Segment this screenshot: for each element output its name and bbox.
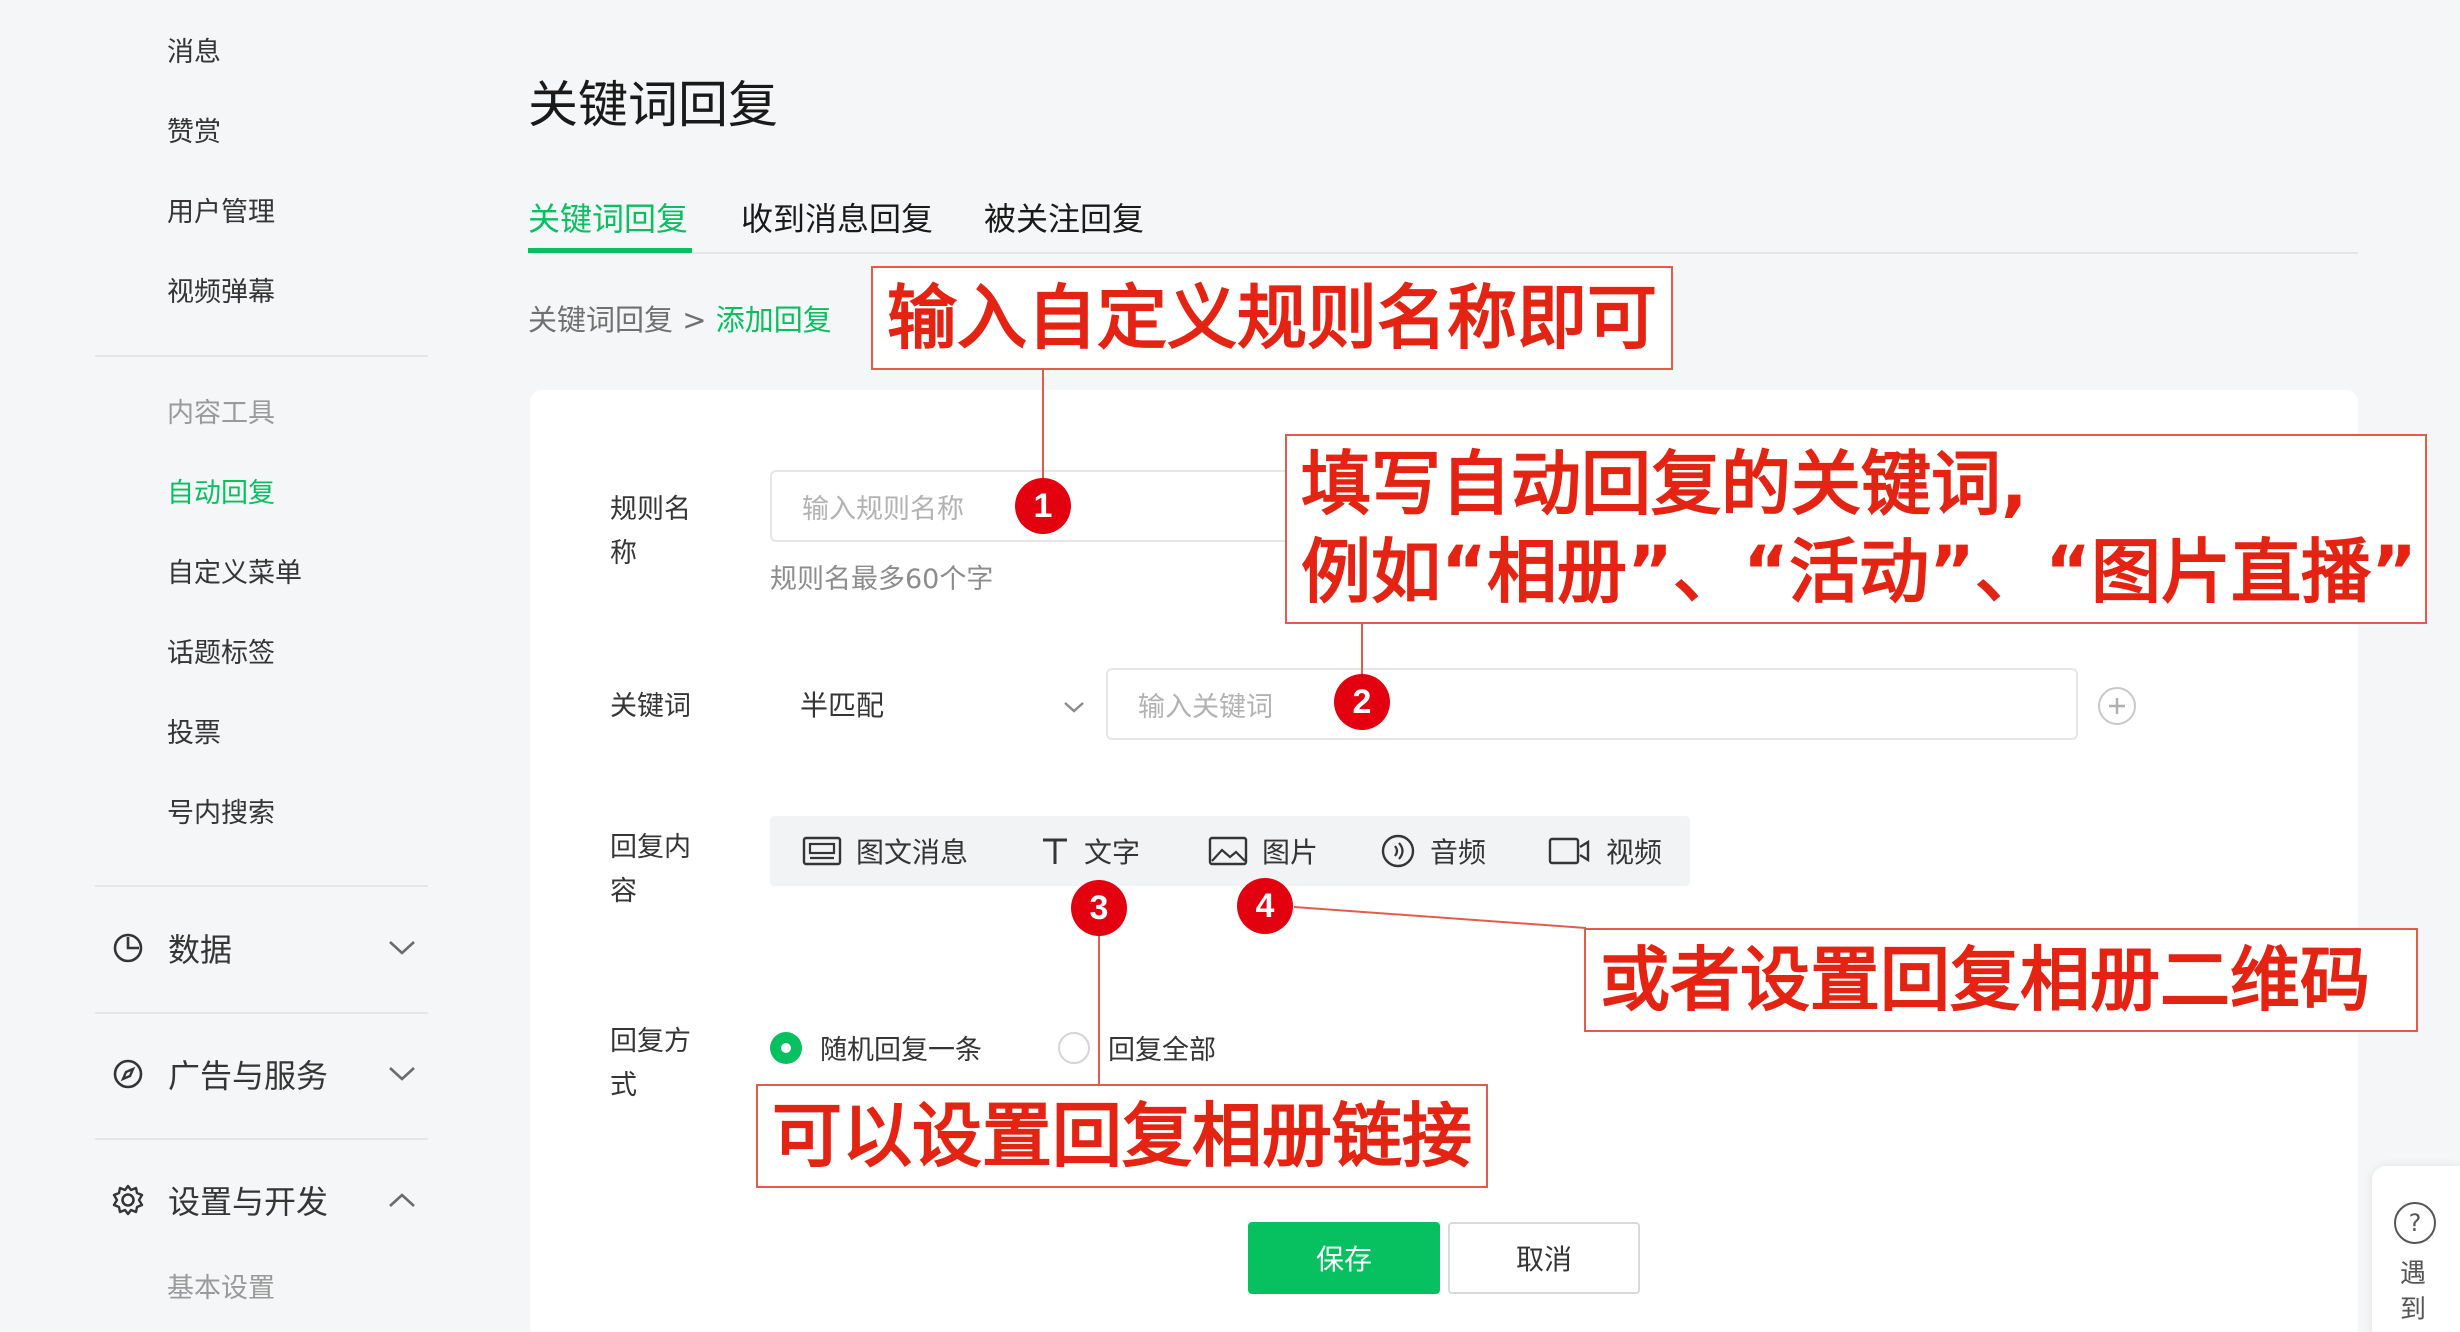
- annotation-callout-4: 或者设置回复相册二维码: [1584, 928, 2418, 1032]
- annotation-badge-2: 2: [1334, 674, 1390, 730]
- annotation-callout-1: 输入自定义规则名称即可: [871, 266, 1673, 370]
- annotation-badge-1: 1: [1015, 478, 1071, 534]
- annotation-callout-2: 填写自动回复的关键词, 例如“相册”、“活动”、“图片直播”: [1285, 434, 2427, 624]
- annotation-callout-3: 可以设置回复相册链接: [756, 1084, 1488, 1188]
- annotation-badge-4: 4: [1237, 878, 1293, 934]
- annotation-badge-3: 3: [1071, 880, 1127, 936]
